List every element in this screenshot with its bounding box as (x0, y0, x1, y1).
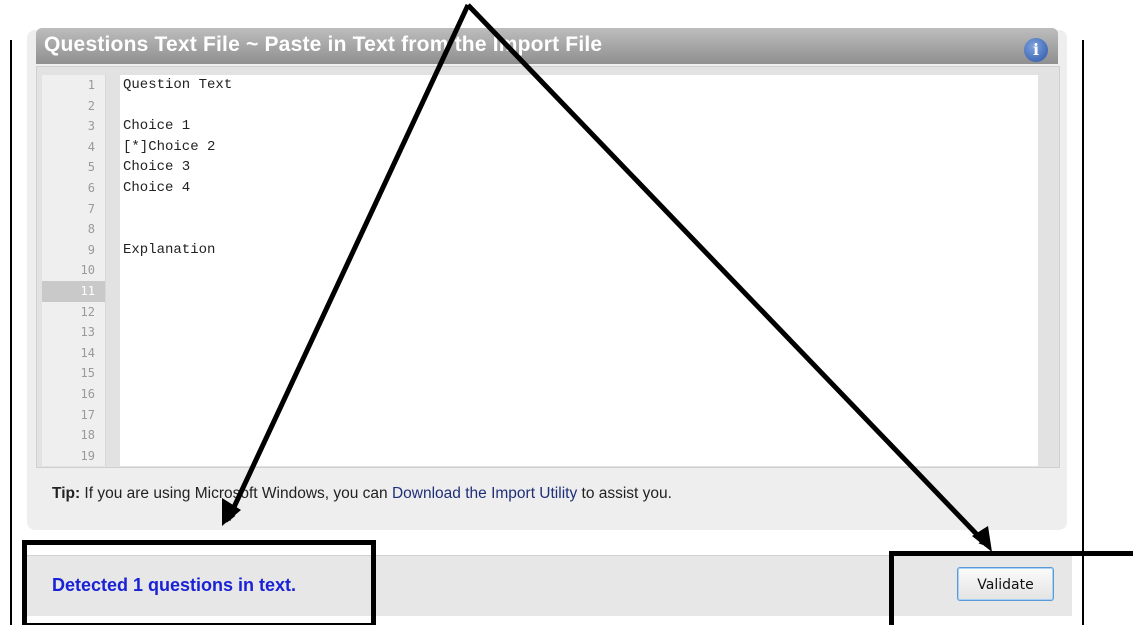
line-number: 17 (80, 407, 95, 422)
tip-text: Tip: If you are using Microsoft Windows,… (52, 485, 672, 503)
panel-title: Questions Text File ~ Paste in Text from… (44, 33, 603, 56)
code-line: Choice 1 (123, 118, 191, 135)
tip-label: Tip: (52, 485, 81, 502)
line-number: 2 (87, 98, 95, 113)
code-line: [*]Choice 2 (123, 138, 216, 155)
code-line: Explanation (123, 241, 216, 258)
line-number: 3 (87, 119, 95, 134)
line-number: 19 (80, 448, 95, 463)
line-number: 1 (87, 78, 95, 92)
line-number: 15 (80, 366, 95, 381)
tip-suffix: to assist you. (577, 485, 672, 502)
line-number: 8 (87, 222, 95, 237)
tip-body: If you are using Microsoft Windows, you … (80, 485, 392, 502)
line-number: 10 (80, 263, 95, 278)
annotation-box-validate (889, 551, 1133, 625)
panel-header: Questions Text File ~ Paste in Text from… (36, 28, 1058, 64)
info-icon[interactable]: i (1024, 38, 1048, 62)
line-number: 5 (87, 160, 95, 175)
line-number: 7 (87, 201, 95, 216)
screenshot-stage: Questions Text File ~ Paste in Text from… (0, 0, 1133, 625)
line-number: 9 (87, 242, 95, 257)
line-number: 16 (80, 386, 95, 401)
download-import-utility-link[interactable]: Download the Import Utility (392, 485, 577, 502)
line-number: 14 (80, 345, 95, 360)
line-number: 18 (80, 428, 95, 443)
line-number: 11 (42, 280, 105, 302)
frame-border-right (1082, 40, 1084, 625)
code-editor[interactable]: 1 2 3 4 5 6 7 8 9 10 11 12 13 14 15 16 17 18 19 Question T… (36, 66, 1060, 468)
line-number: 13 (80, 325, 95, 340)
annotation-box-status (22, 540, 376, 625)
line-number-gutter: 1 2 3 4 5 6 7 8 9 10 11 12 13 14 15 16 17 18 19 (42, 75, 106, 466)
code-line: Question Text (123, 77, 233, 93)
text-input-area[interactable]: Question Text Choice 1 [*]Choice 2 Choice 3… (120, 75, 1038, 466)
line-number: 12 (80, 304, 95, 319)
line-number: 6 (87, 180, 95, 195)
frame-border-left (10, 40, 12, 625)
code-line: Choice 4 (123, 179, 191, 196)
code-line: Choice 3 (123, 159, 191, 176)
line-number: 4 (87, 139, 95, 154)
